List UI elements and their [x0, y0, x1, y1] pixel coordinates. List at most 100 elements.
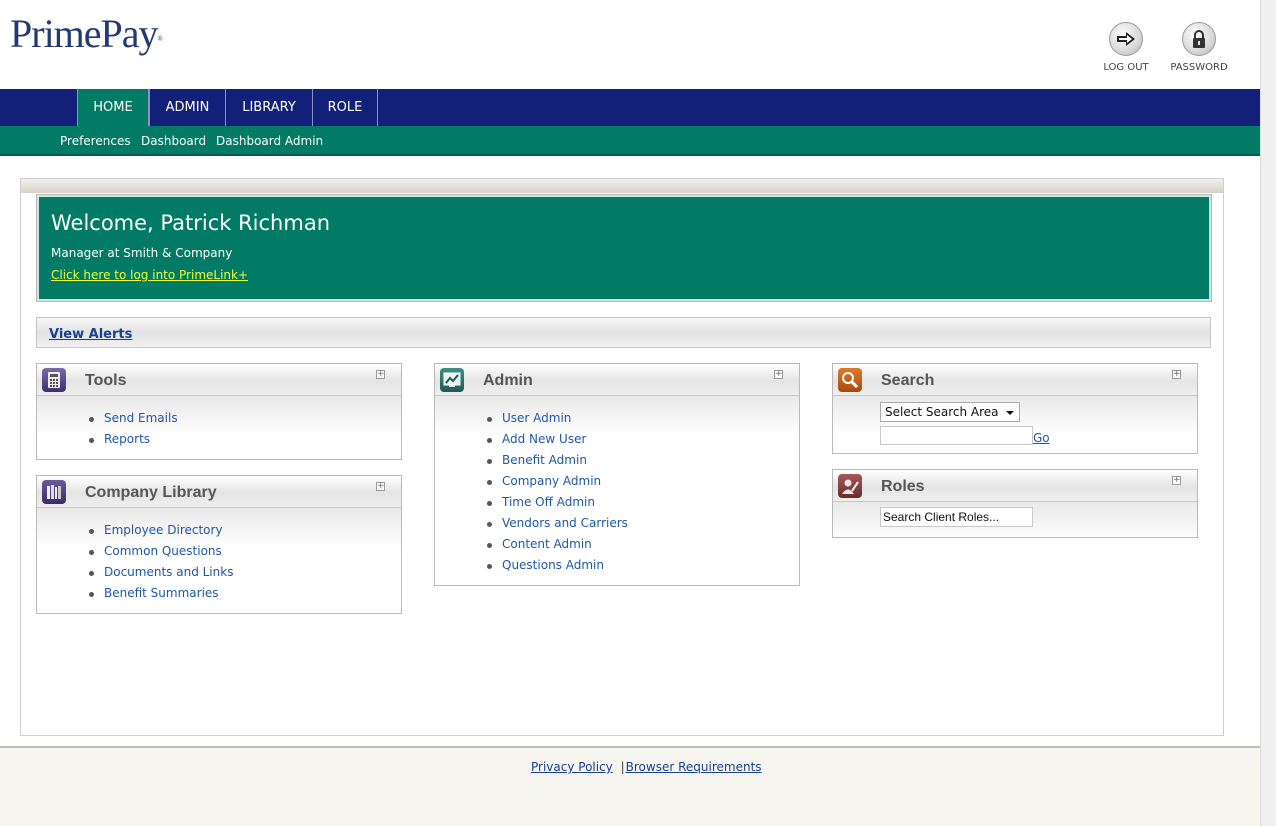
employee-directory-link[interactable]: Employee Directory [104, 523, 223, 537]
list-item: Employee Directory [89, 520, 401, 541]
dropdown-arrow-icon [1006, 411, 1014, 415]
books-icon [42, 480, 66, 504]
list-item: Benefit Summaries [89, 583, 401, 604]
list-item: Documents and Links [89, 562, 401, 583]
content-admin-link[interactable]: Content Admin [502, 537, 592, 551]
widget-body: Employee Directory Common Questions Docu… [37, 508, 401, 612]
header: PrimePay® LOG OUT PASSWORD [0, 0, 1260, 89]
privacy-policy-link[interactable]: Privacy Policy [531, 760, 613, 774]
list-item: Time Off Admin [487, 492, 799, 513]
add-new-user-link[interactable]: Add New User [502, 432, 586, 446]
time-off-admin-link[interactable]: Time Off Admin [502, 495, 595, 509]
admin-widget: Admin + User Admin Add New User Benefit … [434, 363, 800, 586]
password-button[interactable]: PASSWORD [1164, 22, 1234, 73]
benefit-admin-link[interactable]: Benefit Admin [502, 453, 587, 467]
subnav-dashboard-admin[interactable]: Dashboard Admin [216, 134, 323, 148]
search-input[interactable] [880, 426, 1033, 445]
admin-chart-icon [440, 368, 464, 392]
primepay-logo[interactable]: PrimePay® [10, 10, 163, 57]
logo-registered-mark: ® [157, 35, 163, 43]
company-library-title: Company Library [85, 484, 217, 501]
tools-widget: Tools + Send Emails Reports [36, 363, 402, 460]
documents-and-links-link[interactable]: Documents and Links [104, 565, 233, 579]
admin-list: User Admin Add New User Benefit Admin Co… [435, 396, 799, 584]
tab-home[interactable]: HOME [77, 89, 149, 126]
lock-icon [1182, 22, 1216, 56]
user-admin-link[interactable]: User Admin [502, 411, 571, 425]
reports-link[interactable]: Reports [104, 432, 150, 446]
common-questions-link[interactable]: Common Questions [104, 544, 222, 558]
expand-toggle-icon[interactable]: + [1172, 476, 1181, 485]
search-icon [838, 368, 862, 392]
tab-admin[interactable]: ADMIN [149, 89, 225, 126]
widget-body: Send Emails Reports [37, 396, 401, 458]
send-emails-link[interactable]: Send Emails [104, 411, 178, 425]
library-list: Employee Directory Common Questions Docu… [37, 508, 401, 612]
expand-toggle-icon[interactable]: + [376, 482, 385, 491]
sub-nav: Preferences Dashboard Dashboard Admin [0, 126, 1260, 156]
alerts-bar: View Alerts [36, 317, 1211, 348]
logo-text: PrimePay [10, 11, 159, 56]
tab-role[interactable]: ROLE [312, 89, 378, 126]
tools-list: Send Emails Reports [37, 396, 401, 458]
subnav-dashboard[interactable]: Dashboard [141, 134, 206, 148]
list-item: Add New User [487, 429, 799, 450]
expand-toggle-icon[interactable]: + [774, 370, 783, 379]
search-title: Search [881, 372, 935, 389]
main-nav: HOME ADMIN LIBRARY ROLE [0, 89, 1260, 126]
vertical-scrollbar[interactable] [1260, 0, 1276, 826]
widget-body: Select Search Area Go [833, 396, 1197, 453]
user-role-icon [838, 474, 862, 498]
calculator-icon [42, 368, 66, 392]
view-alerts-link[interactable]: View Alerts [49, 327, 132, 342]
logout-button[interactable]: LOG OUT [1091, 22, 1161, 73]
expand-toggle-icon[interactable]: + [1172, 370, 1181, 379]
tools-title: Tools [85, 372, 127, 389]
primelink-login-link[interactable]: Click here to log into PrimeLink+ [51, 268, 248, 282]
search-client-roles-input[interactable]: Search Client Roles... [880, 507, 1033, 527]
expand-toggle-icon[interactable]: + [376, 370, 385, 379]
list-item: Send Emails [89, 408, 401, 429]
widget-header: Admin + [435, 364, 799, 396]
footer-links: Privacy Policy |Browser Requirements [531, 760, 762, 774]
go-link[interactable]: Go [1033, 431, 1050, 445]
list-item: Reports [89, 429, 401, 450]
password-label: PASSWORD [1170, 62, 1228, 73]
list-item: Company Admin [487, 471, 799, 492]
roles-widget: Roles + Search Client Roles... [832, 469, 1198, 538]
list-item: Vendors and Carriers [487, 513, 799, 534]
list-item: Benefit Admin [487, 450, 799, 471]
logout-label: LOG OUT [1103, 62, 1149, 73]
subnav-preferences[interactable]: Preferences [60, 134, 131, 148]
footer: Privacy Policy |Browser Requirements [0, 746, 1260, 826]
widget-header: Search + [833, 364, 1197, 396]
roles-title: Roles [881, 478, 925, 495]
company-library-widget: Company Library + Employee Directory Com… [36, 475, 402, 614]
widget-header: Roles + [833, 470, 1197, 502]
list-item: Content Admin [487, 534, 799, 555]
list-item: User Admin [487, 408, 799, 429]
list-item: Common Questions [89, 541, 401, 562]
welcome-title: Welcome, Patrick Richman [51, 211, 330, 235]
widget-header: Tools + [37, 364, 401, 396]
widget-body: User Admin Add New User Benefit Admin Co… [435, 396, 799, 584]
list-item: Questions Admin [487, 555, 799, 576]
browser-requirements-link[interactable]: Browser Requirements [626, 760, 762, 774]
questions-admin-link[interactable]: Questions Admin [502, 558, 604, 572]
widget-body: Search Client Roles... [833, 502, 1197, 537]
logout-icon [1109, 22, 1143, 56]
benefit-summaries-link[interactable]: Benefit Summaries [104, 586, 219, 600]
company-admin-link[interactable]: Company Admin [502, 474, 601, 488]
content-top-bar [21, 179, 1223, 193]
welcome-panel: Welcome, Patrick Richman Manager at Smit… [36, 194, 1212, 302]
tab-library[interactable]: LIBRARY [225, 89, 312, 126]
widget-header: Company Library + [37, 476, 401, 508]
select-value: Select Search Area [885, 405, 999, 419]
vendors-and-carriers-link[interactable]: Vendors and Carriers [502, 516, 628, 530]
admin-title: Admin [483, 372, 533, 389]
search-widget: Search + Select Search Area Go [832, 363, 1198, 454]
search-area-select[interactable]: Select Search Area [880, 402, 1020, 422]
footer-separator: | [620, 760, 625, 774]
welcome-role: Manager at Smith & Company [51, 246, 233, 260]
main-content: Welcome, Patrick Richman Manager at Smit… [20, 178, 1224, 736]
